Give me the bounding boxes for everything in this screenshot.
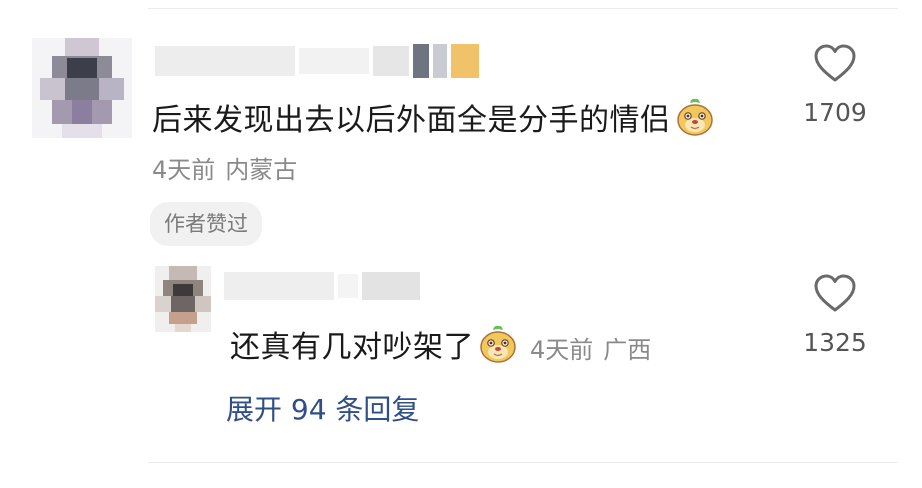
comment-like[interactable]: 1709	[790, 44, 880, 127]
reply-text: 还真有几对吵架了	[230, 322, 518, 372]
like-count: 1709	[803, 98, 867, 127]
heart-icon[interactable]	[790, 44, 880, 88]
reply-location: 广西	[603, 335, 652, 364]
reply-meta: 4天前 广西	[530, 330, 651, 365]
top-divider	[148, 8, 898, 9]
reply-like[interactable]: 1325	[790, 274, 880, 357]
expand-replies-link[interactable]: 展开 94 条回复	[226, 388, 419, 428]
mole-face-emoji-icon	[675, 97, 715, 145]
reply-row: 还真有几对吵架了 4天前 广西	[230, 322, 651, 372]
comment-time: 4天前	[152, 156, 216, 184]
like-count: 1325	[803, 328, 867, 357]
bottom-divider	[148, 462, 898, 463]
reply-body: 还真有几对吵架了	[230, 330, 474, 365]
author-liked-badge: 作者赞过	[150, 202, 262, 246]
reply-time: 4天前	[530, 335, 594, 364]
mole-face-emoji-icon	[478, 324, 518, 372]
comment-text: 后来发现出去以后外面全是分手的情侣	[152, 95, 715, 145]
reply-avatar[interactable]	[155, 266, 211, 332]
username-blurred[interactable]	[155, 44, 479, 78]
comment-location: 内蒙古	[225, 156, 298, 184]
heart-icon[interactable]	[790, 274, 880, 318]
comment-meta: 4天前 内蒙古	[152, 150, 297, 185]
comment-body: 后来发现出去以后外面全是分手的情侣	[152, 103, 671, 138]
avatar[interactable]	[32, 38, 132, 138]
reply-username-blurred[interactable]	[224, 272, 420, 300]
